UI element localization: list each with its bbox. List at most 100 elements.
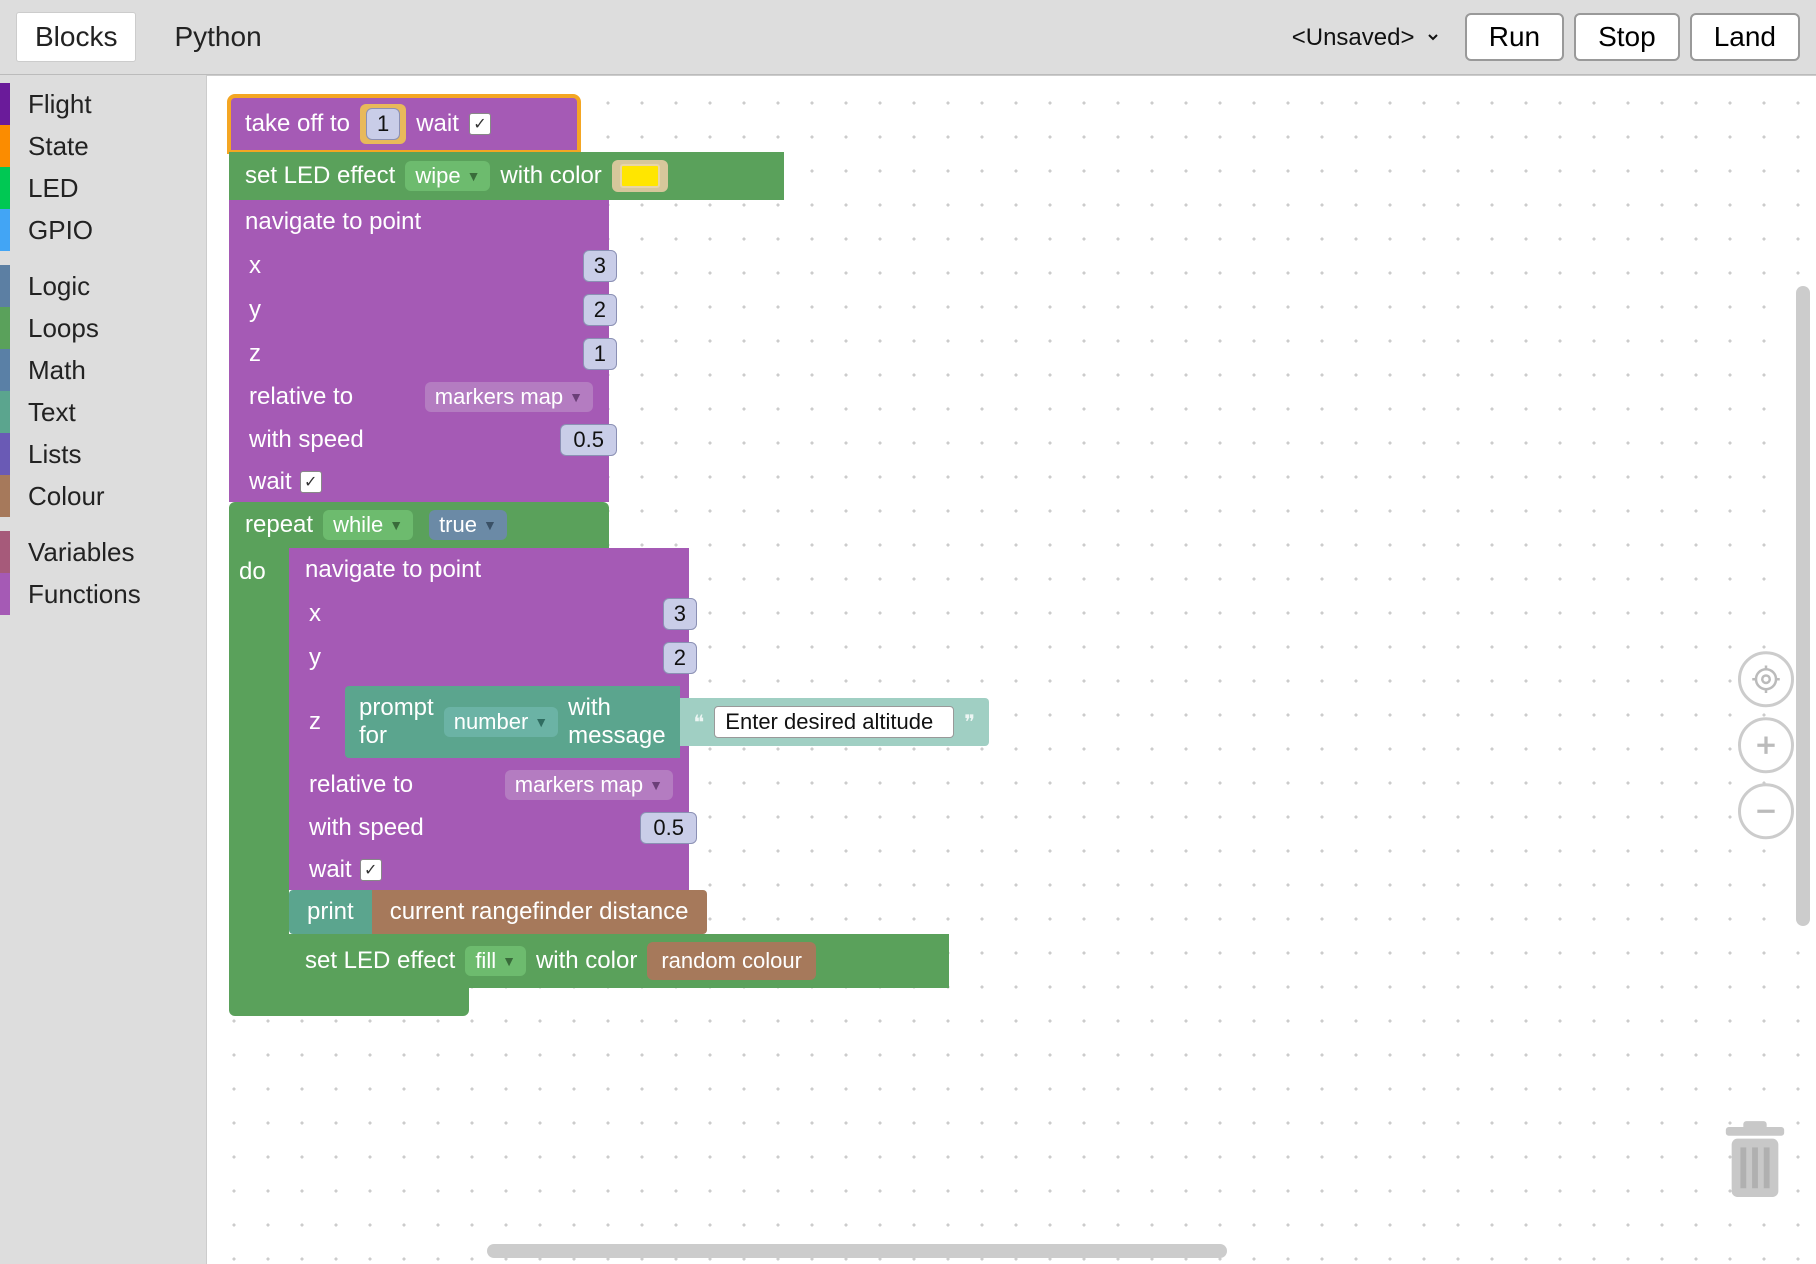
nav2-wait-label: wait [309, 856, 352, 884]
led2-effect-dropdown[interactable]: fill▼ [465, 946, 526, 976]
category-color-stripe [0, 349, 10, 391]
category-label: Lists [28, 439, 81, 470]
nav2-rel-label: relative to [309, 771, 413, 799]
category-label: Flight [28, 89, 92, 120]
category-color-stripe [0, 265, 10, 307]
nav2-y-input[interactable]: 2 [663, 642, 697, 674]
nav2-y-label: y [309, 644, 321, 672]
category-color-stripe [0, 307, 10, 349]
category-color-stripe [0, 167, 10, 209]
loop-mode-dropdown[interactable]: while▼ [323, 510, 413, 540]
workspace[interactable]: take off to 1 wait ✓ set LED effect wipe… [207, 76, 1816, 1264]
category-state[interactable]: State [0, 125, 206, 167]
loop-condition-dropdown[interactable]: true▼ [429, 510, 507, 540]
category-color-stripe [0, 125, 10, 167]
mode-tabs: Blocks Python [16, 12, 280, 62]
led2-label-pre: set LED effect [305, 947, 455, 975]
zoom-out-button[interactable] [1738, 783, 1794, 839]
led1-label-mid: with color [500, 162, 601, 190]
takeoff-wait-checkbox[interactable]: ✓ [469, 113, 491, 135]
category-colour[interactable]: Colour [0, 475, 206, 517]
takeoff-altitude-input[interactable]: 1 [366, 108, 400, 140]
category-color-stripe [0, 83, 10, 125]
prompt-label-mid: with message [568, 694, 665, 750]
category-color-stripe [0, 209, 10, 251]
horizontal-scrollbar[interactable] [487, 1244, 1227, 1258]
category-label: LED [28, 173, 79, 204]
category-lists[interactable]: Lists [0, 433, 206, 475]
category-flight[interactable]: Flight [0, 83, 206, 125]
block-print[interactable]: print current rangefinder distance [289, 890, 949, 934]
block-takeoff[interactable]: take off to 1 wait ✓ [229, 96, 579, 152]
nav2-wait-checkbox[interactable]: ✓ [360, 859, 382, 881]
nav2-speed-input[interactable]: 0.5 [640, 812, 697, 844]
block-navigate-1[interactable]: navigate to point x 3 y 2 z 1 relative t… [229, 200, 609, 502]
nav1-rel-dropdown[interactable]: markers map▼ [425, 382, 593, 412]
category-label: State [28, 131, 89, 162]
nav1-x-input[interactable]: 3 [583, 250, 617, 282]
led2-random-colour[interactable]: random colour [647, 942, 816, 980]
prompt-message-input[interactable]: Enter desired altitude [714, 706, 954, 738]
category-gpio[interactable]: GPIO [0, 209, 206, 251]
category-functions[interactable]: Functions [0, 573, 206, 615]
zoom-in-button[interactable] [1738, 717, 1794, 773]
takeoff-label: take off to [245, 110, 350, 138]
loop-do-label: do [229, 548, 289, 586]
category-color-stripe [0, 475, 10, 517]
category-label: Loops [28, 313, 99, 344]
nav1-y-input[interactable]: 2 [583, 294, 617, 326]
category-loops[interactable]: Loops [0, 307, 206, 349]
stop-button[interactable]: Stop [1574, 13, 1680, 61]
block-navigate-2[interactable]: navigate to point x 3 y 2 z prompt [289, 548, 689, 890]
category-led[interactable]: LED [0, 167, 206, 209]
run-button[interactable]: Run [1465, 13, 1564, 61]
tab-blocks[interactable]: Blocks [16, 12, 136, 62]
nav2-x-label: x [309, 600, 321, 628]
category-label: Colour [28, 481, 105, 512]
block-led-fill[interactable]: set LED effect fill▼ with color random c… [289, 934, 949, 988]
nav1-x-label: x [249, 252, 261, 280]
category-color-stripe [0, 573, 10, 615]
main: Flight State LED GPIO Logic Loops MathText List… [0, 75, 1816, 1264]
category-label: Functions [28, 579, 141, 610]
nav2-z-label: z [309, 708, 321, 736]
category-math[interactable]: Math [0, 349, 206, 391]
top-bar: Blocks Python <Unsaved> Run Stop Land [0, 0, 1816, 75]
block-repeat-while[interactable]: repeat while▼ true▼ do navigate to point [229, 502, 949, 1016]
nav1-z-input[interactable]: 1 [583, 338, 617, 370]
category-logic[interactable]: Logic [0, 265, 206, 307]
trash-icon [1720, 1120, 1790, 1204]
loop-foot [229, 988, 469, 1016]
nav2-title: navigate to point [305, 556, 481, 584]
nav1-wait-checkbox[interactable]: ✓ [300, 471, 322, 493]
nav2-speed-label: with speed [309, 814, 424, 842]
print-arg: current rangefinder distance [390, 898, 689, 925]
tab-python[interactable]: Python [156, 13, 279, 61]
nav1-title: navigate to point [245, 208, 421, 236]
nav1-z-label: z [249, 340, 261, 368]
vertical-scrollbar[interactable] [1796, 286, 1810, 926]
block-prompt[interactable]: prompt for number▼ with message ❝ Enter … [345, 686, 989, 758]
print-label: print [307, 898, 354, 925]
category-label: Logic [28, 271, 90, 302]
trash-button[interactable] [1720, 1120, 1790, 1204]
prompt-type-dropdown[interactable]: number▼ [444, 707, 558, 737]
category-text[interactable]: Text [0, 391, 206, 433]
nav1-y-label: y [249, 296, 261, 324]
led2-label-mid: with color [536, 947, 637, 975]
nav2-rel-dropdown[interactable]: markers map▼ [505, 770, 673, 800]
nav1-speed-input[interactable]: 0.5 [560, 424, 617, 456]
loop-label: repeat [245, 511, 313, 539]
led1-effect-dropdown[interactable]: wipe▼ [405, 161, 490, 191]
category-variables[interactable]: Variables [0, 531, 206, 573]
file-select[interactable]: <Unsaved> [1278, 17, 1441, 58]
category-label: Variables [28, 537, 134, 568]
led1-color-swatch[interactable] [620, 164, 660, 188]
land-button[interactable]: Land [1690, 13, 1800, 61]
block-led-wipe[interactable]: set LED effect wipe▼ with color [229, 152, 784, 200]
nav2-x-input[interactable]: 3 [663, 598, 697, 630]
nav1-speed-label: with speed [249, 426, 364, 454]
zoom-out-icon [1753, 798, 1779, 824]
center-button[interactable] [1738, 651, 1794, 707]
workspace-controls [1738, 651, 1794, 839]
